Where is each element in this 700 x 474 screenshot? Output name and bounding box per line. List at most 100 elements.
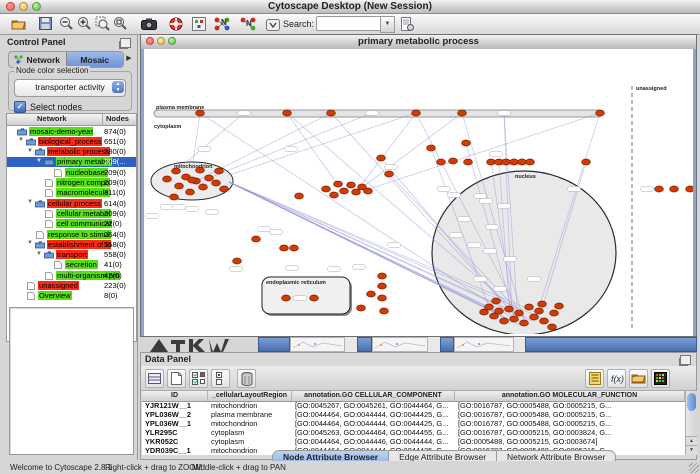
- column-header[interactable]: annotation.GO CELLULAR_COMPONENT: [292, 391, 455, 401]
- column-header[interactable]: annotation.GO MOLECULAR_FUNCTION: [455, 391, 685, 401]
- tree-row[interactable]: ▼primary metabol209(...: [7, 157, 136, 167]
- select-nodes-checkbox[interactable]: ✓: [14, 101, 26, 113]
- tree-row-node-count: 558(0): [104, 240, 126, 249]
- zoom-fit-icon[interactable]: [111, 15, 129, 32]
- tree-row-label[interactable]: nucleobase-: [65, 168, 108, 177]
- tree-row-label[interactable]: nitrogen compo: [56, 178, 110, 187]
- tree-row[interactable]: cellular metabol209(0): [7, 208, 136, 218]
- network-from-table-icon[interactable]: [264, 15, 282, 32]
- network-graph[interactable]: plasma membranecytoplasmnucleusmitochond…: [144, 49, 693, 334]
- tree-row-label[interactable]: Overview: [38, 291, 72, 300]
- float-data-panel-icon[interactable]: [680, 355, 691, 365]
- annotation-icon[interactable]: [190, 15, 208, 32]
- expander-icon[interactable]: ▼: [27, 240, 33, 246]
- column-header[interactable]: ID: [142, 391, 208, 401]
- tree-row-label[interactable]: mosaic-demo-yeast: [29, 127, 93, 136]
- tree-row-label[interactable]: macromolecule: [56, 188, 110, 197]
- zoom-in-icon[interactable]: [75, 15, 93, 32]
- expander-icon[interactable]: ▼: [18, 137, 24, 143]
- table-cell: [GO:0016787, GO:0005215, GO:0003824, G..…: [455, 428, 685, 437]
- tree-row[interactable]: nitrogen compo209(0): [7, 178, 136, 188]
- tree-row-label[interactable]: cellular process: [47, 199, 102, 208]
- tree-row[interactable]: ▼biological_process651(0): [7, 136, 136, 146]
- network-leaf-icon: [53, 169, 63, 177]
- tree-row-label[interactable]: secretion: [65, 260, 98, 269]
- node-label-pill: [353, 265, 366, 270]
- tree-row-label[interactable]: cellular metabol: [56, 209, 111, 218]
- table-row[interactable]: YKR052Ccytoplasm[GO:0044464, GO:0044446,…: [142, 437, 685, 446]
- table-row[interactable]: YJR121W__1mitochondrion[GO:0045267, GO:0…: [142, 401, 685, 410]
- search-input[interactable]: [316, 16, 384, 31]
- color-attribute-dropdown[interactable]: transporter activity ▲▼: [14, 79, 126, 97]
- search-options-icon[interactable]: [398, 15, 416, 32]
- zoom-selected-region-icon[interactable]: [93, 15, 111, 32]
- unified-attributes-icon[interactable]: [211, 369, 230, 388]
- color-attribute-value: transporter activity: [35, 82, 104, 92]
- tree-row-label[interactable]: establishment of lo: [47, 240, 111, 249]
- table-row[interactable]: YLR295Ccytoplasm[GO:0045263, GO:0044464,…: [142, 428, 685, 437]
- scrollbar-thumb[interactable]: [687, 393, 696, 411]
- svg-text:plasma membrane: plasma membrane: [156, 105, 204, 111]
- tree-row[interactable]: ▼transport558(0): [7, 250, 136, 260]
- resize-grip[interactable]: [689, 463, 699, 473]
- node-label-pill: [294, 296, 307, 301]
- save-icon[interactable]: [36, 15, 54, 32]
- network-canvas[interactable]: plasma membranecytoplasmnucleusmitochond…: [141, 49, 696, 336]
- network-leaf-icon: [44, 272, 54, 280]
- tree-row[interactable]: Overview8(0): [7, 291, 136, 301]
- table-scrollbar[interactable]: ▲ ▼: [685, 391, 697, 455]
- tree-row[interactable]: secretion41(0): [7, 260, 136, 270]
- tree-row[interactable]: cell communicat22(0): [7, 219, 136, 229]
- tree-row-label[interactable]: unassigned: [38, 281, 79, 290]
- tree-row-label[interactable]: metabolic process: [47, 147, 110, 156]
- tree-header-network[interactable]: Network: [37, 114, 67, 123]
- expander-icon[interactable]: ▼: [36, 158, 42, 164]
- new-attribute-icon[interactable]: [167, 369, 186, 388]
- tab-network[interactable]: Network: [9, 52, 66, 67]
- tree-row[interactable]: macromolecule311(0): [7, 188, 136, 198]
- open-file-icon[interactable]: [9, 15, 27, 32]
- tree-header-nodes[interactable]: Nodes: [106, 114, 129, 123]
- zoom-out-icon[interactable]: [57, 15, 75, 32]
- label-mapping-icon[interactable]: [585, 369, 604, 388]
- formula-builder-icon[interactable]: f(x): [607, 369, 626, 388]
- new-network-selected-edges-icon[interactable]: N: [238, 15, 260, 32]
- new-network-all-edges-icon[interactable]: N: [212, 15, 234, 32]
- expander-icon[interactable]: ▼: [27, 148, 33, 154]
- tree-row-label[interactable]: response to stimul: [47, 230, 111, 239]
- select-attributes-icon[interactable]: [189, 369, 208, 388]
- tree-row[interactable]: ▼ establishment of lo558(0): [7, 239, 136, 249]
- tree-row[interactable]: mosaic-demo-yeast874(0): [7, 126, 136, 136]
- attribute-matrix-icon[interactable]: [651, 369, 670, 388]
- tab-mosaic[interactable]: Mosaic: [66, 52, 124, 67]
- float-panel-icon[interactable]: [120, 38, 131, 48]
- tree-row[interactable]: multi-organism pro42(0): [7, 270, 136, 280]
- tree-row-label[interactable]: transport: [56, 250, 88, 259]
- svg-text:endoplasmic reticulum: endoplasmic reticulum: [266, 280, 326, 286]
- network-snapshot-icon[interactable]: [140, 15, 158, 32]
- network-window-titlebar[interactable]: primary metabolic process: [141, 35, 696, 50]
- svg-text:nucleus: nucleus: [515, 174, 536, 180]
- tree-row[interactable]: unassigned223(0): [7, 281, 136, 291]
- tree-row[interactable]: ▼cellular process614(0): [7, 198, 136, 208]
- node-label-pill: [385, 165, 398, 170]
- table-row[interactable]: YPL036W__1mitochondrion[GO:0044464, GO:0…: [142, 419, 685, 428]
- delete-attribute-icon[interactable]: [237, 369, 256, 388]
- tree-row[interactable]: nucleobase-209(0): [7, 167, 136, 177]
- search-dropdown-icon[interactable]: ▼: [380, 16, 395, 33]
- gene-node: [212, 180, 221, 186]
- expander-icon[interactable]: ▼: [27, 199, 33, 205]
- attribute-table-icon[interactable]: [145, 369, 164, 388]
- scroll-down-icon[interactable]: ▼: [686, 445, 697, 455]
- tree-row-label[interactable]: biological_process: [38, 137, 102, 146]
- expander-icon[interactable]: ▼: [36, 251, 42, 257]
- import-attributes-icon[interactable]: [629, 369, 648, 388]
- birds-eye-view[interactable]: [9, 307, 134, 455]
- table-row[interactable]: YPL036W__2plasma membrane[GO:0044464, GO…: [142, 410, 685, 419]
- tree-row[interactable]: response to stimul264(0): [7, 229, 136, 239]
- column-header[interactable]: _cellularLayoutRegion: [208, 391, 292, 401]
- help-icon[interactable]: [167, 15, 185, 32]
- node-label-pill: [146, 214, 159, 219]
- tree-row[interactable]: ▼metabolic process280(0): [7, 147, 136, 157]
- tabs-overflow-icon[interactable]: ▶: [124, 51, 134, 66]
